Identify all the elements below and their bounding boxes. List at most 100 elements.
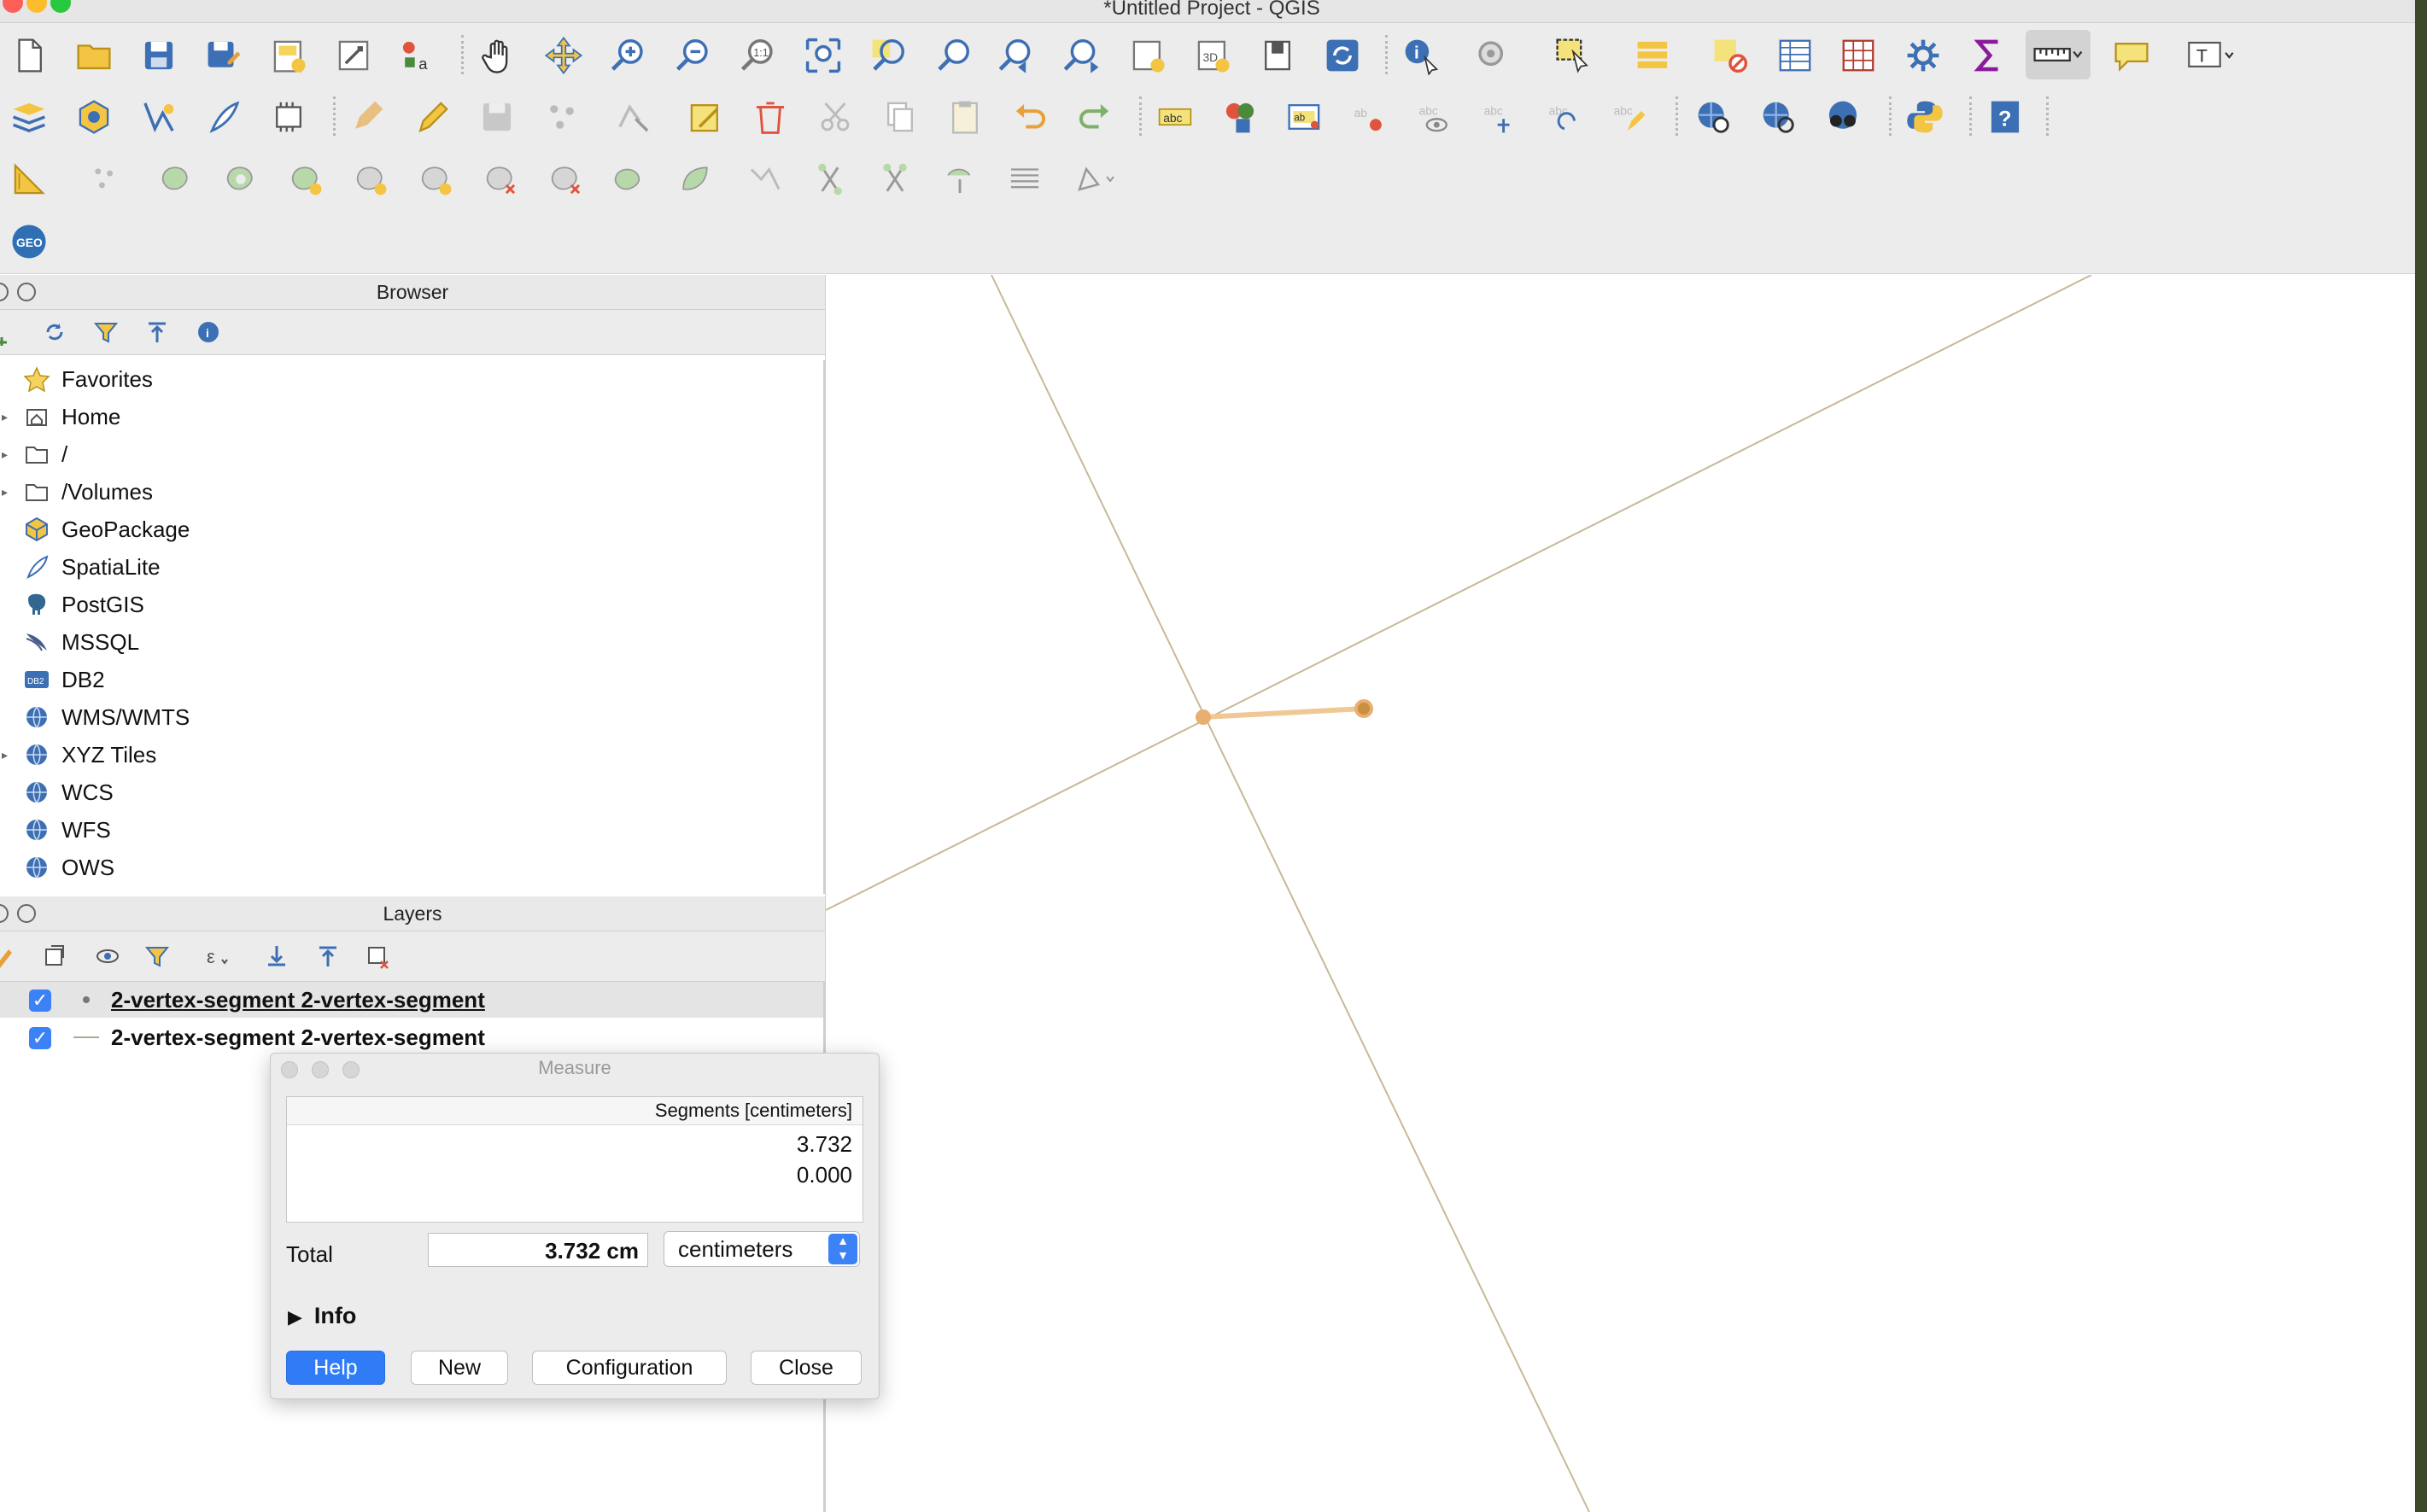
browser-item[interactable]: WMS/WMTS xyxy=(0,700,820,734)
browser-item[interactable]: Favorites xyxy=(0,362,820,396)
rotate-features-icon[interactable] xyxy=(1069,157,1124,201)
zoom-last-icon[interactable] xyxy=(996,33,1040,78)
save-project-icon[interactable] xyxy=(137,33,181,78)
layers-close-icon[interactable] xyxy=(0,904,9,923)
geo-plugin-icon[interactable]: GEO xyxy=(7,219,51,264)
deselect-icon[interactable] xyxy=(1708,33,1752,78)
new-map-view-icon[interactable] xyxy=(1126,33,1170,78)
add-feature-icon[interactable] xyxy=(540,95,584,139)
zoom-full-icon[interactable] xyxy=(801,33,845,78)
metasearch-icon[interactable] xyxy=(1691,95,1735,139)
layer-visibility-checkbox[interactable]: ✓ xyxy=(29,1027,51,1049)
pin-labels-icon[interactable]: ab xyxy=(1283,95,1327,139)
paste-features-icon[interactable] xyxy=(943,95,987,139)
browser-item[interactable]: MSSQL xyxy=(0,625,820,659)
rotate-point-symbols-icon[interactable] xyxy=(808,157,852,201)
new-geopackage-icon[interactable] xyxy=(72,95,116,139)
layer-row[interactable]: ✓ 2-vertex-segment 2-vertex-segment xyxy=(0,982,823,1018)
pan-icon[interactable] xyxy=(477,33,521,78)
label-tool-icon[interactable]: abc xyxy=(1153,95,1197,139)
modify-attributes-icon[interactable] xyxy=(683,95,728,139)
open-project-icon[interactable] xyxy=(72,33,116,78)
map-canvas[interactable] xyxy=(825,275,2416,1512)
info-disclosure[interactable]: ▶ Info xyxy=(288,1303,356,1329)
processing-toolbox-icon[interactable] xyxy=(1901,33,1945,78)
show-hide-labels-icon[interactable]: abc xyxy=(1412,95,1457,139)
expand-arrow-icon[interactable]: ▸ xyxy=(2,410,8,424)
offset-curve-icon[interactable] xyxy=(478,157,523,201)
close-button[interactable]: Close xyxy=(751,1351,862,1385)
vertex-tool-icon[interactable] xyxy=(611,95,656,139)
new-virtual-layer-icon[interactable] xyxy=(266,95,311,139)
new-spatialite-icon[interactable] xyxy=(202,95,246,139)
save-edits-icon[interactable] xyxy=(475,95,519,139)
delete-part-icon[interactable] xyxy=(348,157,393,201)
browser-item[interactable]: DB2 DB2 xyxy=(0,663,820,697)
style-panel-icon[interactable] xyxy=(0,941,20,972)
remove-layer-icon[interactable] xyxy=(362,941,393,972)
field-calculator-icon[interactable] xyxy=(1836,33,1880,78)
collapse-all-icon[interactable] xyxy=(142,317,173,347)
data-source-manager-icon[interactable] xyxy=(7,95,51,139)
pan-to-selection-icon[interactable] xyxy=(541,33,586,78)
unit-dropdown[interactable]: centimeters ▲ ▼ xyxy=(664,1231,860,1267)
browser-item[interactable]: SpatiaLite xyxy=(0,550,820,584)
trim-extend-icon[interactable] xyxy=(1003,157,1047,201)
select-by-value-icon[interactable] xyxy=(1631,33,1676,78)
browser-item[interactable]: ▸ / xyxy=(0,437,820,471)
zoom-out-icon[interactable] xyxy=(671,33,716,78)
reverse-line-icon[interactable] xyxy=(938,157,982,201)
new-shapefile-icon[interactable] xyxy=(137,95,181,139)
help-button[interactable]: Help xyxy=(286,1351,385,1385)
browser-item[interactable]: WCS xyxy=(0,775,820,809)
diagram-icon[interactable] xyxy=(1218,95,1262,139)
zoom-next-icon[interactable] xyxy=(1061,33,1105,78)
merge-selected-icon[interactable] xyxy=(673,157,717,201)
layout-manager-icon[interactable] xyxy=(331,33,376,78)
configuration-button[interactable]: Configuration xyxy=(532,1351,727,1385)
attribute-table-icon[interactable] xyxy=(1773,33,1817,78)
rotate-label-icon[interactable]: abc xyxy=(1542,95,1587,139)
expand-arrow-icon[interactable]: ▸ xyxy=(2,748,8,762)
dropdown-stepper-icon[interactable]: ▲ ▼ xyxy=(828,1234,857,1264)
filter-icon[interactable] xyxy=(91,317,121,347)
fill-ring-icon[interactable] xyxy=(219,157,263,201)
current-edits-icon[interactable] xyxy=(345,95,389,139)
spy-icon[interactable] xyxy=(1821,95,1865,139)
merge-attributes-icon[interactable] xyxy=(743,157,787,201)
delete-selected-icon[interactable] xyxy=(748,95,792,139)
move-label-icon[interactable]: abc xyxy=(1477,95,1522,139)
save-as-icon[interactable] xyxy=(202,33,246,78)
browser-item[interactable]: ▸ /Volumes xyxy=(0,475,820,509)
manage-visibility-eye-icon[interactable] xyxy=(92,941,123,972)
zoom-in-icon[interactable] xyxy=(606,33,651,78)
wms-search-icon[interactable] xyxy=(1756,95,1800,139)
segments-table[interactable]: Segments [centimeters] 3.732 0.000 xyxy=(286,1096,863,1223)
undo-icon[interactable] xyxy=(1008,95,1052,139)
new-print-layout-icon[interactable] xyxy=(266,33,311,78)
reshape-icon[interactable] xyxy=(413,157,458,201)
measure-icon[interactable] xyxy=(2026,30,2091,79)
zoom-to-layer-icon[interactable] xyxy=(931,33,975,78)
add-part-icon[interactable] xyxy=(154,157,198,201)
highlight-pinned-icon[interactable]: ab xyxy=(1348,95,1392,139)
expand-arrow-icon[interactable]: ▸ xyxy=(2,485,8,499)
browser-close-icon[interactable] xyxy=(0,283,9,301)
cut-features-icon[interactable] xyxy=(813,95,857,139)
expand-all-icon[interactable] xyxy=(261,941,292,972)
filter-legend-icon[interactable] xyxy=(142,941,173,972)
layers-undock-icon[interactable] xyxy=(17,904,36,923)
browser-item[interactable]: ▸ XYZ Tiles xyxy=(0,738,820,772)
copy-features-icon[interactable] xyxy=(878,95,922,139)
style-manager-icon[interactable]: a xyxy=(395,33,439,78)
statistics-sigma-icon[interactable] xyxy=(1966,33,2010,78)
browser-undock-icon[interactable] xyxy=(17,283,36,301)
browser-item[interactable]: ▸ Home xyxy=(0,400,820,434)
new-3d-map-icon[interactable]: 3D xyxy=(1190,33,1235,78)
identify-icon[interactable]: i xyxy=(1399,33,1443,78)
offset-point-symbols-icon[interactable] xyxy=(873,157,917,201)
collapse-all-layers-icon[interactable] xyxy=(313,941,343,972)
redo-icon[interactable] xyxy=(1073,95,1117,139)
browser-item[interactable]: GeoPackage xyxy=(0,512,820,546)
add-ring-icon[interactable] xyxy=(84,157,128,201)
